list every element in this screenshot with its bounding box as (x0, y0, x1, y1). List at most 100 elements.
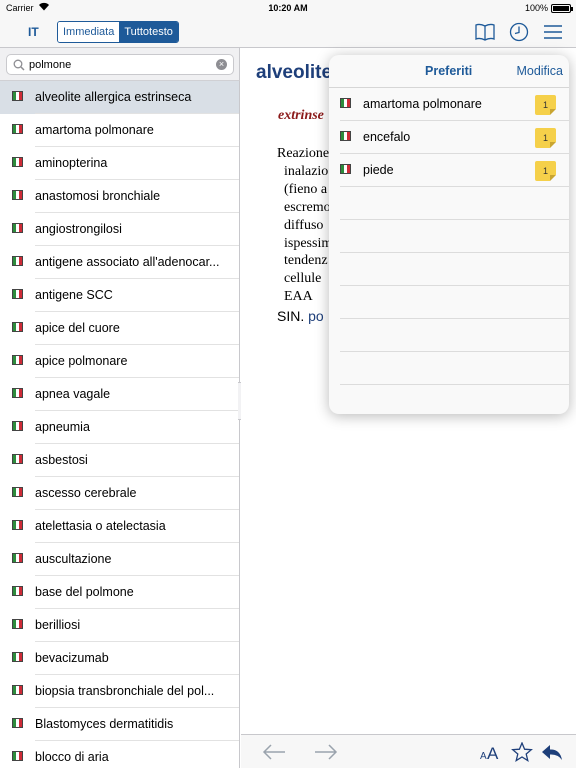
back-arrow-icon[interactable] (261, 742, 287, 762)
word-label: apneumia (35, 420, 90, 434)
word-list-item[interactable]: apneumia (0, 411, 239, 444)
italy-flag-icon (12, 355, 23, 365)
italy-flag-icon (12, 190, 23, 200)
definition-line: inalazio (284, 163, 329, 179)
search-field[interactable]: × (6, 54, 234, 75)
entry-subtitle: extrinse (278, 108, 324, 123)
italy-flag-icon (12, 124, 23, 134)
empty-favorite-row (329, 352, 569, 385)
word-list-item[interactable]: base del polmone (0, 576, 239, 609)
italy-flag-icon (12, 619, 23, 629)
word-label: bevacizumab (35, 651, 109, 665)
note-icon[interactable]: 1 (535, 128, 556, 148)
word-list-item[interactable]: asbestosi (0, 444, 239, 477)
synonym-line: SIN. po (277, 308, 324, 324)
language-button[interactable]: IT (28, 25, 39, 39)
note-icon[interactable]: 1 (535, 95, 556, 115)
word-label: ascesso cerebrale (35, 486, 137, 500)
word-list-item[interactable]: apnea vagale (0, 378, 239, 411)
definition-line: cellule (284, 271, 322, 287)
synonym-link[interactable]: po (308, 308, 324, 324)
italy-flag-icon (12, 322, 23, 332)
word-label: apice polmonare (35, 354, 128, 368)
word-list-item[interactable]: apice del cuore (0, 312, 239, 345)
segment-tuttotesto[interactable]: Tuttotesto (119, 22, 178, 42)
word-list-item[interactable]: antigene SCC (0, 279, 239, 312)
word-list-item[interactable]: anastomosi bronchiale (0, 180, 239, 213)
svg-text:A: A (487, 744, 499, 762)
word-label: auscultazione (35, 552, 112, 566)
word-list-item[interactable]: Blastomyces dermatitidis (0, 708, 239, 741)
italy-flag-icon (12, 685, 23, 695)
empty-favorite-row (329, 319, 569, 352)
word-list-item[interactable]: amartoma polmonare (0, 114, 239, 147)
word-list-item[interactable]: atelettasia o atelectasia (0, 510, 239, 543)
search-icon (13, 59, 25, 71)
italy-flag-icon (12, 553, 23, 563)
italy-flag-icon (12, 454, 23, 464)
favorite-word: piede (363, 163, 394, 177)
note-icon[interactable]: 1 (535, 161, 556, 181)
search-mode-segmented-control: Immediata Tuttotesto (57, 21, 179, 43)
italy-flag-icon (12, 388, 23, 398)
segment-immediata[interactable]: Immediata (58, 22, 120, 42)
italy-flag-icon (340, 164, 351, 174)
italy-flag-icon (12, 157, 23, 167)
search-input[interactable] (29, 57, 209, 73)
word-list-item[interactable]: aminopterina (0, 147, 239, 180)
word-list-item[interactable]: alveolite allergica estrinseca (0, 81, 239, 114)
battery-percent: 100% (524, 3, 548, 13)
definition-line: Reazione (277, 146, 330, 161)
bottom-toolbar: A A (241, 734, 576, 768)
italy-flag-icon (12, 289, 23, 299)
favorites-header: Preferiti Modifica (329, 55, 569, 88)
italy-flag-icon (12, 718, 23, 728)
italy-flag-icon (340, 131, 351, 141)
word-list-item[interactable]: ascesso cerebrale (0, 477, 239, 510)
word-list-item[interactable]: apice polmonare (0, 345, 239, 378)
reply-icon[interactable] (540, 742, 564, 762)
favorites-list: amartoma polmonare 1 encefalo 1 piede 1 (329, 88, 569, 385)
favorite-word: encefalo (363, 130, 411, 144)
italy-flag-icon (340, 98, 351, 108)
font-size-icon[interactable]: A A (479, 742, 503, 762)
entry-headword: alveolite (256, 62, 333, 83)
top-toolbar: IT Immediata Tuttotesto (0, 16, 576, 48)
forward-arrow-icon[interactable] (313, 742, 339, 762)
word-list-item[interactable]: antigene associato all'adenocar... (0, 246, 239, 279)
word-list-item[interactable]: biopsia transbronchiale del pol... (0, 675, 239, 708)
word-list-item[interactable]: blocco di aria (0, 741, 239, 768)
word-label: angiostrongilosi (35, 222, 122, 236)
star-icon[interactable] (511, 742, 533, 762)
synonym-label: SIN. (277, 308, 305, 324)
entry-definition: Reazione inalazio (fieno a escremo diffu… (277, 145, 332, 306)
history-clock-icon[interactable] (508, 22, 530, 42)
italy-flag-icon (12, 751, 23, 761)
word-label: atelettasia o atelectasia (35, 519, 166, 533)
italy-flag-icon (12, 223, 23, 233)
word-list-item[interactable]: berilliosi (0, 609, 239, 642)
italy-flag-icon (12, 91, 23, 101)
edit-favorites-button[interactable]: Modifica (516, 64, 563, 78)
clear-search-icon[interactable]: × (216, 59, 227, 70)
word-list-item[interactable]: angiostrongilosi (0, 213, 239, 246)
word-label: asbestosi (35, 453, 88, 467)
word-list-item[interactable]: auscultazione (0, 543, 239, 576)
italy-flag-icon (12, 652, 23, 662)
word-label: berilliosi (35, 618, 81, 632)
favorite-item[interactable]: encefalo 1 (329, 121, 569, 154)
italy-flag-icon (12, 487, 23, 497)
word-list-item[interactable]: bevacizumab (0, 642, 239, 675)
definition-line: (fieno a (284, 181, 328, 197)
italy-flag-icon (12, 256, 23, 266)
word-list: alveolite allergica estrinseca amartoma p… (0, 81, 240, 768)
favorite-item[interactable]: piede 1 (329, 154, 569, 187)
favorites-popover: Preferiti Modifica amartoma polmonare 1 en… (329, 55, 569, 414)
empty-favorite-row (329, 253, 569, 286)
menu-icon[interactable] (542, 22, 564, 42)
favorite-item[interactable]: amartoma polmonare 1 (329, 88, 569, 121)
clock-time: 10:20 AM (268, 3, 308, 13)
italy-flag-icon (12, 520, 23, 530)
dictionary-book-icon[interactable] (474, 22, 496, 42)
word-label: amartoma polmonare (35, 123, 154, 137)
